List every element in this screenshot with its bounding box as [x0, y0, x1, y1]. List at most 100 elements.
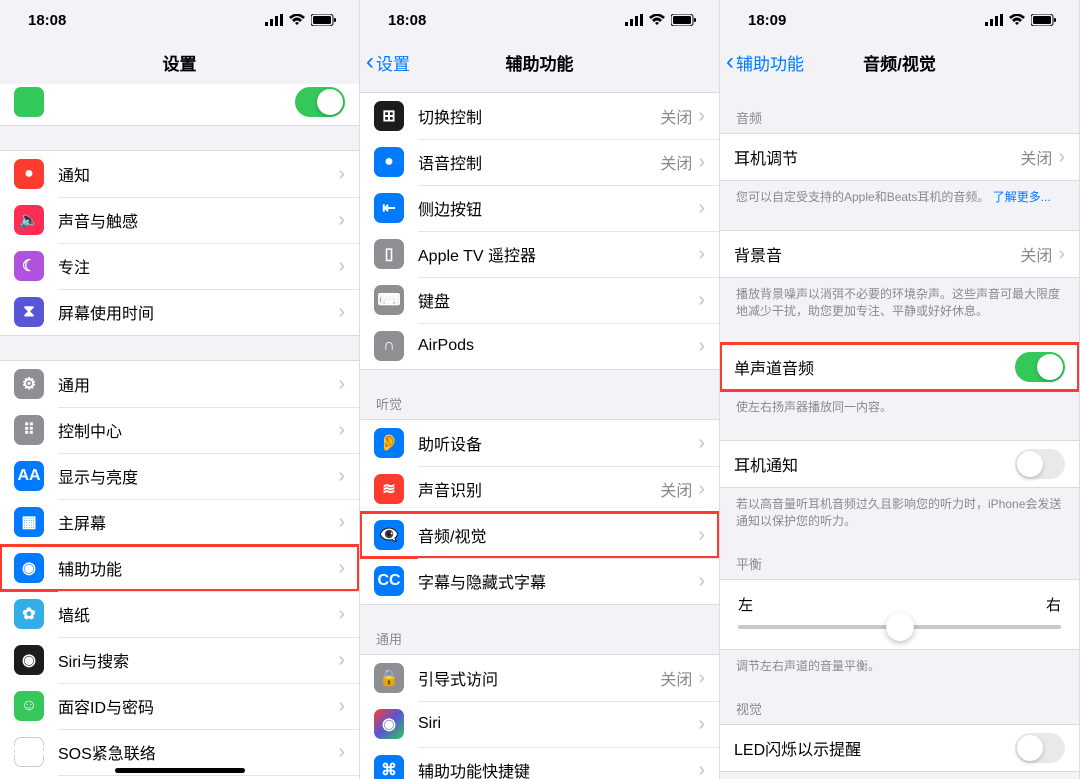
toggle-partial[interactable]	[295, 87, 345, 117]
phone-accessibility: 18:08 ‹设置 辅助功能 ⊞切换控制关闭›●语音控制关闭›⇤侧边按钮›▯Ap…	[360, 0, 720, 779]
cellular-icon	[985, 14, 1003, 26]
bell-icon: ●	[14, 159, 44, 189]
battery-icon	[1031, 14, 1057, 26]
row-label: 语音控制	[418, 150, 660, 174]
settings-row[interactable]: 🔒引导式访问关闭›	[360, 655, 719, 701]
list-clipped	[0, 84, 359, 126]
settings-row[interactable]: ●通知›	[0, 151, 359, 197]
faceid-icon: ☺	[14, 691, 44, 721]
row-label: Apple TV 遥控器	[418, 242, 698, 266]
chevron-right-icon: ›	[338, 604, 345, 624]
status-bar: 18:08	[0, 0, 359, 40]
settings-row[interactable]: ◉Siri与搜索›	[0, 637, 359, 683]
settings-row[interactable]: ✿墙纸›	[0, 591, 359, 637]
settings-row[interactable]: ≋声音识别关闭›	[360, 466, 719, 512]
chevron-right-icon: ›	[698, 714, 705, 734]
phone-audio-visual: 18:09 ‹辅助功能 音频/视觉 音频 耳机调节 关闭 › 您可以自定受支持的…	[720, 0, 1080, 779]
settings-row[interactable]: ▦主屏幕›	[0, 499, 359, 545]
chevron-right-icon: ›	[1058, 147, 1065, 167]
chevron-right-icon: ›	[338, 302, 345, 322]
status-time: 18:09	[748, 12, 786, 29]
settings-row[interactable]: AA显示与亮度›	[0, 453, 359, 499]
chevron-right-icon: ›	[698, 106, 705, 126]
settings-row[interactable]: ∩AirPods›	[360, 323, 719, 369]
phone-settings: 18:08 设置 ●通知›🔈声音与触感›☾专注›⧗屏幕使用时间› ⚙通用›⠿控制…	[0, 0, 360, 779]
row-headphone-notifications[interactable]: 耳机通知	[720, 441, 1079, 487]
group-header-visual: 视觉	[720, 699, 1079, 724]
toggle-mono-audio[interactable]	[1015, 352, 1065, 382]
settings-row[interactable]: ⊞切换控制关闭›	[360, 93, 719, 139]
settings-row[interactable]: ✳暴露通知›	[0, 775, 359, 779]
status-time: 18:08	[28, 12, 66, 29]
footer-headphone-notif: 若以高音量听耳机音频过久且影响您的听力时，iPhone会发送通知以保护您的听力。	[720, 488, 1079, 530]
settings-row[interactable]: ⠿控制中心›	[0, 407, 359, 453]
grid-icon: ▦	[14, 507, 44, 537]
chevron-right-icon: ›	[698, 525, 705, 545]
settings-row[interactable]: 👁‍🗨音频/视觉›	[360, 512, 719, 558]
flower-icon: ✿	[14, 599, 44, 629]
chevron-right-icon: ›	[338, 374, 345, 394]
home-indicator	[115, 768, 245, 773]
row-headphone-accommodation[interactable]: 耳机调节 关闭 ›	[720, 134, 1079, 180]
shortcut-icon: ⌘	[374, 755, 404, 779]
settings-row[interactable]: ☺面容ID与密码›	[0, 683, 359, 729]
row-partial[interactable]	[0, 84, 359, 125]
balance-slider[interactable]: 左 右	[720, 579, 1079, 650]
toggle-led-flash[interactable]	[1015, 733, 1065, 763]
chevron-right-icon: ›	[338, 164, 345, 184]
page-title: 设置	[163, 50, 197, 75]
chevron-right-icon: ›	[698, 290, 705, 310]
remote-icon: ▯	[374, 239, 404, 269]
settings-row[interactable]: ⧗屏幕使用时间›	[0, 289, 359, 335]
row-label: 侧边按钮	[418, 196, 698, 220]
row-led-flash[interactable]: LED闪烁以示提醒	[720, 725, 1079, 771]
chevron-right-icon: ›	[698, 571, 705, 591]
slider-track[interactable]	[738, 625, 1061, 629]
toggle-headphone-notifications[interactable]	[1015, 449, 1065, 479]
balance-left-label: 左	[738, 594, 753, 615]
back-button[interactable]: ‹辅助功能	[726, 50, 804, 75]
voice-icon: ●	[374, 147, 404, 177]
row-label: Siri与搜索	[58, 648, 338, 672]
nav-bar: ‹辅助功能 音频/视觉	[720, 40, 1079, 84]
settings-row[interactable]: 👂助听设备›	[360, 420, 719, 466]
siri-icon: ◉	[374, 709, 404, 739]
settings-row[interactable]: ⌘辅助功能快捷键›	[360, 747, 719, 779]
siri-icon: ◉	[14, 645, 44, 675]
settings-row[interactable]: ☾专注›	[0, 243, 359, 289]
lock-icon: 🔒	[374, 663, 404, 693]
settings-row[interactable]: ⌨键盘›	[360, 277, 719, 323]
accessibility-icon: ◉	[14, 553, 44, 583]
chevron-right-icon: ›	[698, 244, 705, 264]
chevron-right-icon: ›	[1058, 244, 1065, 264]
settings-row[interactable]: ⇤侧边按钮›	[360, 185, 719, 231]
settings-row[interactable]: ◉辅助功能›	[0, 545, 359, 591]
chevron-right-icon: ›	[698, 668, 705, 688]
settings-row[interactable]: ⚙通用›	[0, 361, 359, 407]
chevron-right-icon: ›	[338, 210, 345, 230]
speaker-icon: 🔈	[14, 205, 44, 235]
settings-row[interactable]: 🔈声音与触感›	[0, 197, 359, 243]
footer-balance: 调节左右声道的音量平衡。	[720, 650, 1079, 675]
nav-bar: 设置	[0, 40, 359, 84]
row-background-sounds[interactable]: 背景音 关闭 ›	[720, 231, 1079, 277]
settings-row[interactable]: ▯ Apple TV 遥控器›	[360, 231, 719, 277]
page-title: 音频/视觉	[863, 50, 936, 75]
row-label: 声音识别	[418, 477, 660, 501]
keyboard-icon: ⌨	[374, 285, 404, 315]
row-label: 主屏幕	[58, 510, 338, 534]
settings-row[interactable]: CC字幕与隐藏式字幕›	[360, 558, 719, 604]
settings-row[interactable]: ●语音控制关闭›	[360, 139, 719, 185]
row-label: 专注	[58, 254, 338, 278]
settings-row[interactable]: ◉Siri›	[360, 701, 719, 747]
cellular-icon	[625, 14, 643, 26]
row-label: AirPods	[418, 337, 698, 355]
group-header-audio: 音频	[720, 108, 1079, 133]
slider-thumb[interactable]	[886, 613, 914, 641]
status-time: 18:08	[388, 12, 426, 29]
back-button[interactable]: ‹设置	[366, 50, 410, 75]
row-label: 通用	[58, 372, 338, 396]
moon-icon: ☾	[14, 251, 44, 281]
learn-more-link[interactable]: 了解更多...	[993, 190, 1051, 204]
row-mono-audio[interactable]: 单声道音频	[720, 344, 1079, 390]
